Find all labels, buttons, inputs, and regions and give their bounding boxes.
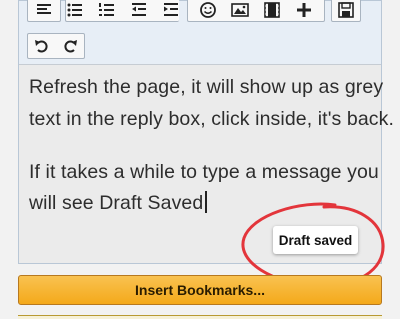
indent-icon[interactable] [161,0,181,20]
smiley-icon[interactable] [198,0,218,20]
editor-line: Refresh the page, it will show up as gre… [29,76,384,98]
bullet-list-icon[interactable] [65,0,85,20]
undo-icon[interactable] [32,36,52,56]
list-group [65,0,179,22]
editor-line: will see Draft Saved [29,192,204,214]
save-icon [338,2,354,18]
editor-line: text in the reply box, click inside, it'… [29,108,394,130]
next-field-edge [18,315,382,319]
text-caret [205,191,207,213]
align-button[interactable] [27,0,61,22]
numbered-list-icon[interactable] [97,0,117,20]
insert-bookmarks-button[interactable]: Insert Bookmarks... [18,275,382,305]
align-icon [37,4,51,14]
draft-saved-badge: Draft saved [273,226,358,254]
editor-line-with-caret: will see Draft Saved [29,191,207,215]
editor-line: If it takes a while to type a message yo… [29,161,379,183]
image-icon[interactable] [230,0,250,20]
redo-icon[interactable] [60,36,80,56]
save-button[interactable] [331,0,361,22]
history-group [27,33,85,59]
plus-icon[interactable] [294,0,314,20]
insert-group [187,0,325,22]
video-icon[interactable] [262,0,282,20]
outdent-icon[interactable] [129,0,149,20]
